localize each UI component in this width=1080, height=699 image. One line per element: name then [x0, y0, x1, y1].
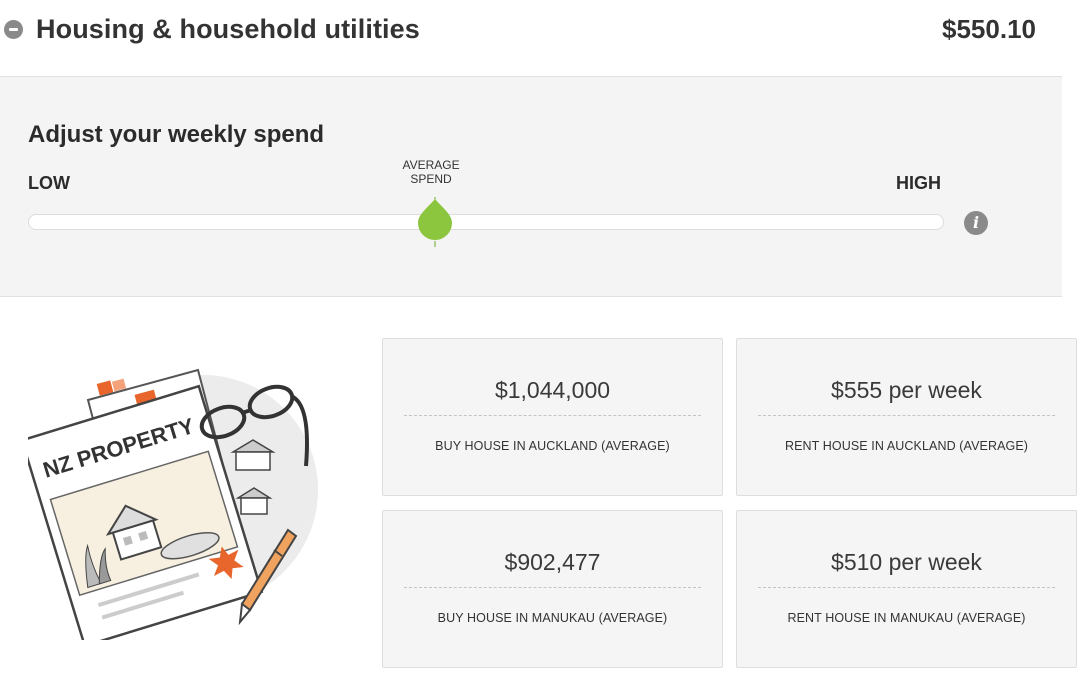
- nz-property-illustration: NZ PROPERTY: [28, 368, 318, 640]
- card-value: $902,477: [504, 549, 601, 575]
- card-rent-auckland: $555 per week RENT HOUSE IN AUCKLAND (AV…: [736, 338, 1077, 496]
- spend-slider-track[interactable]: [28, 214, 944, 230]
- spend-slider-thumb[interactable]: [415, 195, 455, 249]
- section-header[interactable]: Housing & household utilities $550.10: [0, 0, 1062, 77]
- info-icon[interactable]: i: [964, 211, 988, 235]
- card-buy-auckland: $1,044,000 BUY HOUSE IN AUCKLAND (AVERAG…: [382, 338, 723, 496]
- card-value: $555 per week: [831, 377, 982, 403]
- page: Housing & household utilities $550.10 Ad…: [0, 0, 1080, 699]
- card-divider: [404, 415, 701, 416]
- card-buy-manukau: $902,477 BUY HOUSE IN MANUKAU (AVERAGE): [382, 510, 723, 668]
- section-title: Housing & household utilities: [36, 14, 420, 44]
- adjust-spend-panel: Adjust your weekly spend LOW AVERAGE SPE…: [0, 77, 1062, 297]
- adjust-title: Adjust your weekly spend: [28, 121, 325, 148]
- card-caption: RENT HOUSE IN AUCKLAND (AVERAGE): [784, 439, 1029, 453]
- card-divider: [404, 587, 701, 588]
- card-divider: [758, 415, 1055, 416]
- slider-high-label: HIGH: [896, 173, 941, 193]
- average-label-line1: AVERAGE: [402, 158, 460, 172]
- average-label-line2: SPEND: [410, 172, 452, 186]
- card-value: $1,044,000: [494, 377, 611, 403]
- slider-average-label: AVERAGE SPEND: [391, 158, 471, 186]
- section-total: $550.10: [942, 14, 1036, 44]
- card-rent-manukau: $510 per week RENT HOUSE IN MANUKAU (AVE…: [736, 510, 1077, 668]
- card-caption: BUY HOUSE IN AUCKLAND (AVERAGE): [435, 439, 670, 453]
- card-divider: [758, 587, 1055, 588]
- card-caption: RENT HOUSE IN MANUKAU (AVERAGE): [787, 611, 1026, 625]
- card-caption: BUY HOUSE IN MANUKAU (AVERAGE): [437, 611, 668, 625]
- slider-low-label: LOW: [28, 173, 70, 193]
- collapse-minus-icon[interactable]: [4, 20, 23, 39]
- card-value: $510 per week: [831, 549, 982, 575]
